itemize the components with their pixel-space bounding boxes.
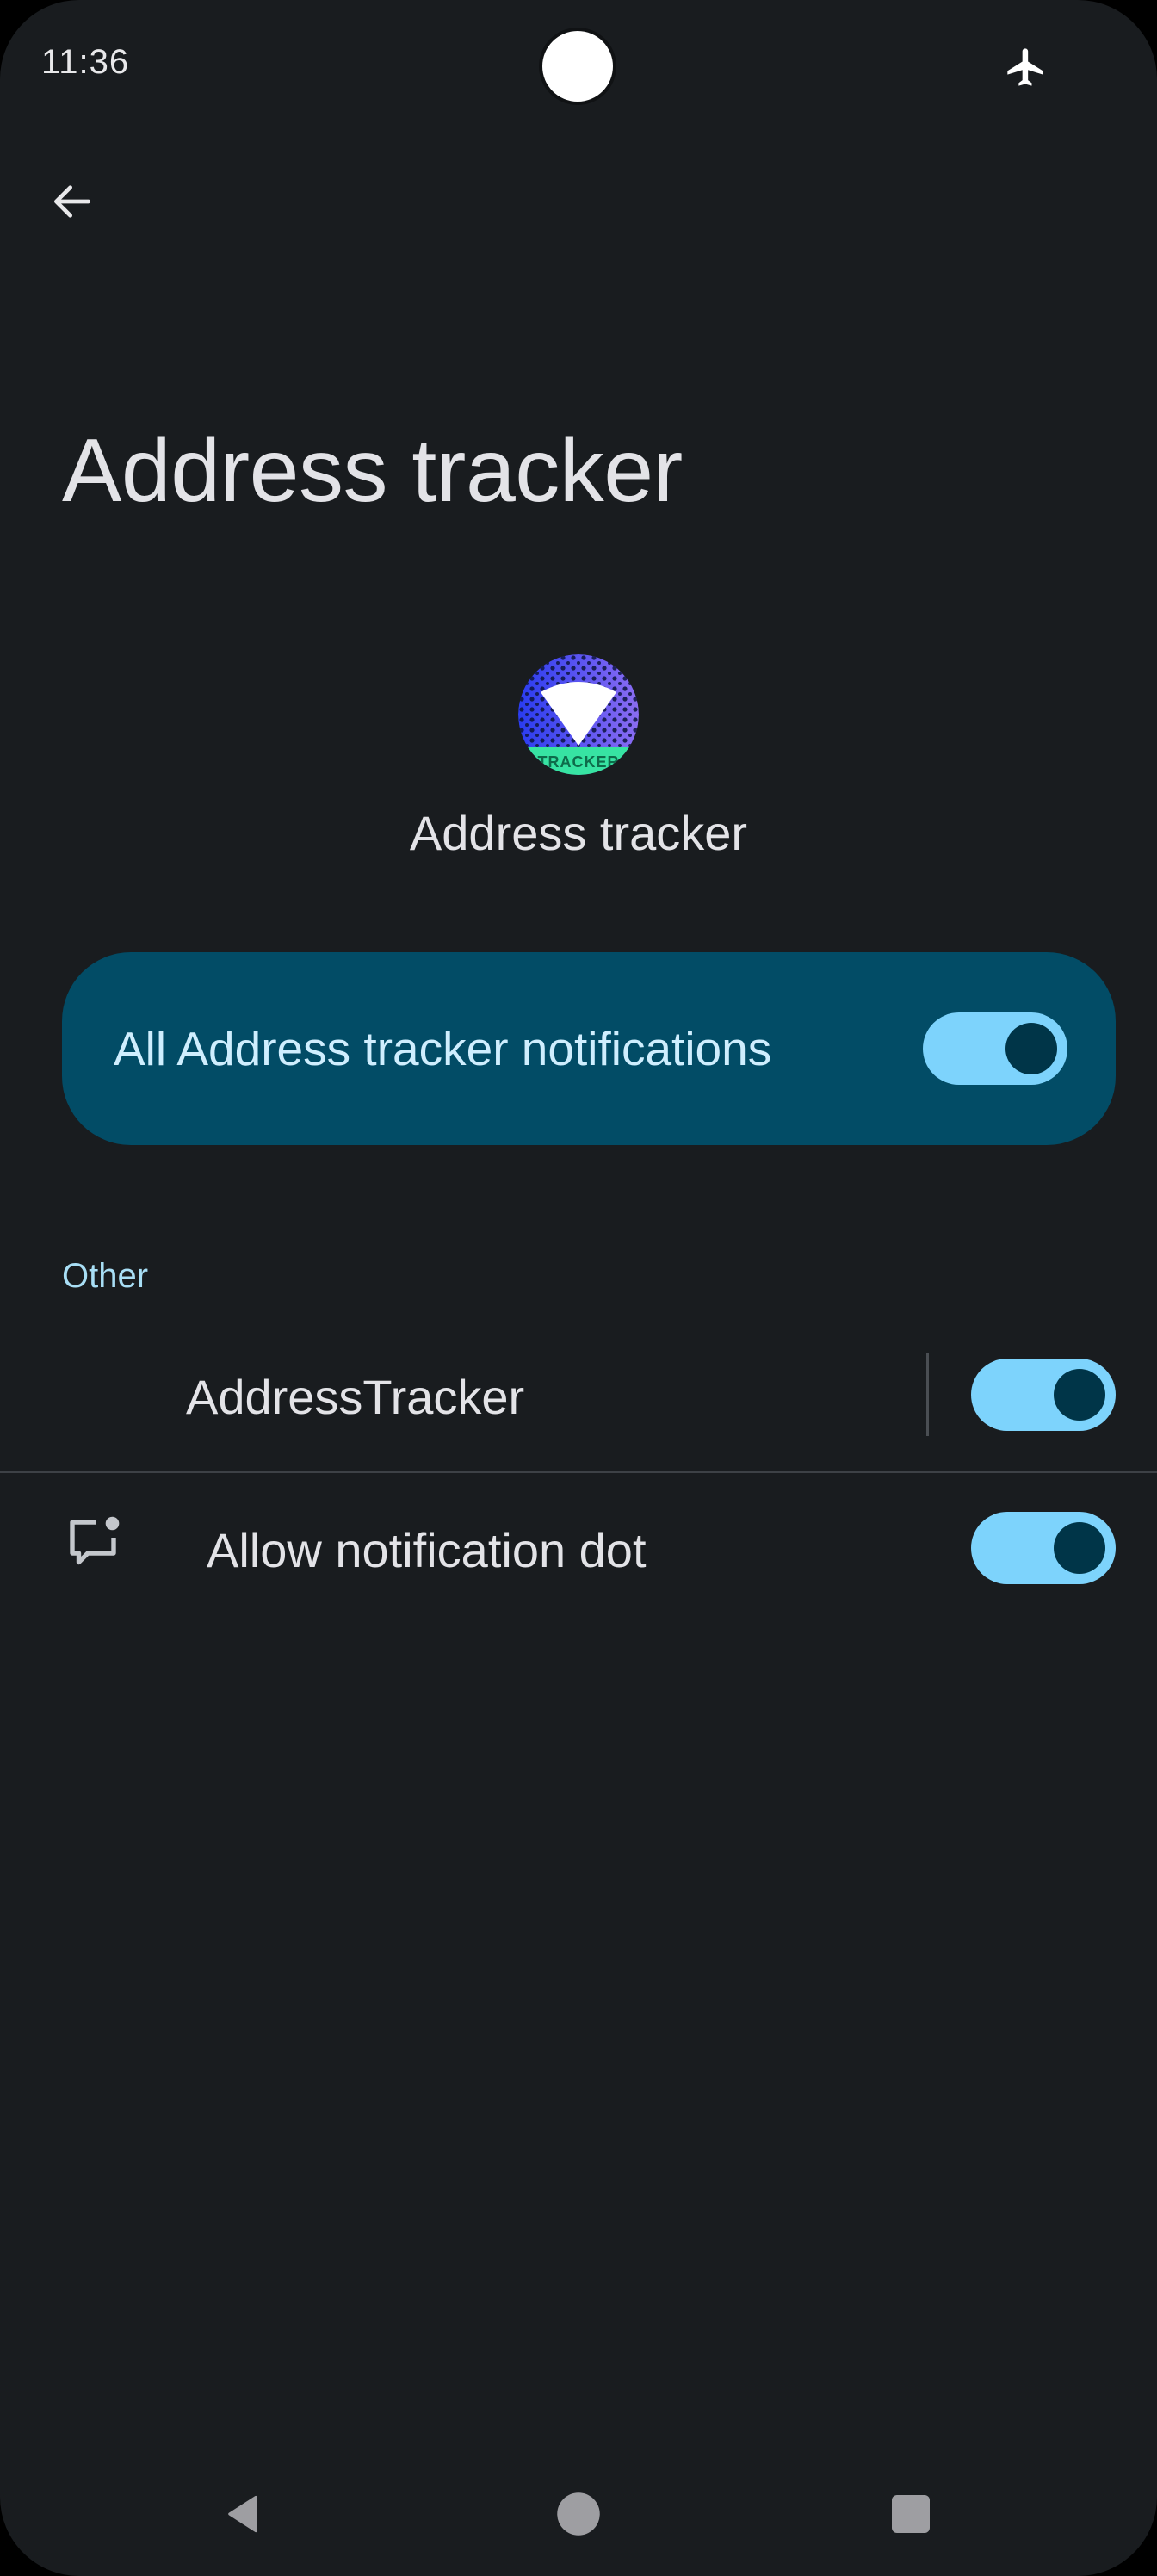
nav-back-icon — [228, 2495, 257, 2533]
airplane-mode-icon — [1007, 48, 1043, 86]
switch-thumb — [1054, 1522, 1105, 1574]
notification-dot-switch[interactable] — [971, 1512, 1116, 1584]
nav-back-button[interactable] — [208, 2480, 277, 2548]
status-time: 11:36 — [41, 43, 130, 81]
app-name: Address tracker — [409, 806, 748, 860]
all-notifications-label: All Address tracker notifications — [114, 1022, 772, 1075]
channel-row-addresstracker[interactable]: AddressTracker — [0, 1343, 1157, 1446]
settings-screen: 11:36 Address tracker TRACKER Address tr… — [0, 0, 1157, 2576]
all-notifications-switch[interactable] — [923, 1012, 1067, 1085]
notification-dot-icon — [70, 1516, 120, 1565]
channel-switch[interactable] — [971, 1359, 1116, 1431]
vertical-divider — [926, 1353, 929, 1436]
switch-thumb — [1054, 1369, 1105, 1421]
camera-cutout — [542, 31, 613, 102]
arrow-back-icon — [53, 185, 90, 218]
nav-recents-button[interactable] — [876, 2480, 945, 2548]
divider — [0, 1471, 1157, 1473]
nav-home-button[interactable] — [544, 2480, 613, 2548]
nav-home-icon — [557, 2492, 600, 2536]
nav-recents-icon — [892, 2495, 930, 2533]
page-title: Address tracker — [62, 421, 683, 521]
app-icon-text: TRACKER — [538, 753, 620, 771]
notification-dot-label: Allow notification dot — [207, 1523, 647, 1577]
address-tracker-app-icon: TRACKER — [518, 654, 639, 775]
notification-dot-row[interactable]: Allow notification dot — [0, 1495, 1157, 1598]
back-button[interactable] — [34, 164, 110, 239]
switch-thumb — [1005, 1023, 1057, 1074]
category-header: Other — [62, 1257, 149, 1295]
all-notifications-toggle-row[interactable]: All Address tracker notifications — [62, 952, 1116, 1145]
channel-label: AddressTracker — [186, 1370, 525, 1424]
